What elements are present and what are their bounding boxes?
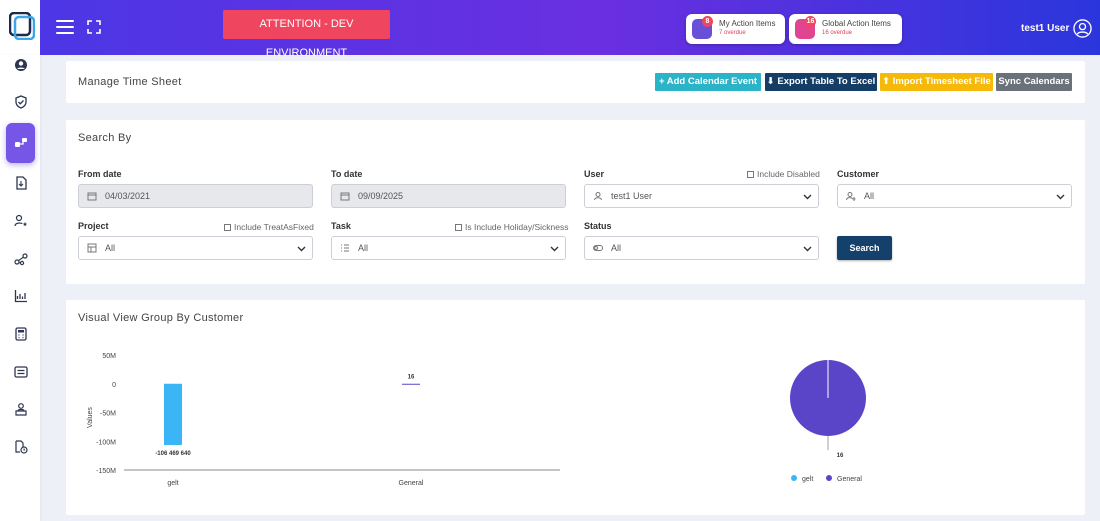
- visual-view-panel: Visual View Group By Customer 50M 0 -50M -1…: [66, 300, 1085, 515]
- add-calendar-event-button[interactable]: + Add Calendar Event: [655, 73, 761, 91]
- project-select[interactable]: All: [78, 236, 313, 260]
- user-star-icon[interactable]: [6, 206, 35, 235]
- calendar-icon: [340, 192, 350, 201]
- user-label: User: [584, 169, 605, 179]
- fullscreen-icon[interactable]: [87, 20, 101, 34]
- import-timesheet-button[interactable]: ⬆ Import Timesheet File: [880, 73, 993, 91]
- user-value: test1 User: [611, 191, 653, 201]
- y-tick-label: 0: [112, 382, 116, 389]
- project-icon: [87, 243, 97, 253]
- legend-label: General: [837, 476, 862, 483]
- to-date-label: To date: [331, 169, 363, 179]
- export-table-button[interactable]: ⬇ Export Table To Excel: [765, 73, 877, 91]
- bar-gelt: [164, 383, 182, 445]
- document-icon[interactable]: [6, 168, 35, 197]
- x-tick-label: General: [399, 480, 424, 487]
- shield-check-icon[interactable]: [6, 87, 35, 116]
- bar-data-label: 16: [408, 375, 415, 381]
- search-panel: Search By From date 04/03/2021 To date 0…: [66, 120, 1085, 284]
- chart-line-icon[interactable]: [6, 281, 35, 310]
- sidebar: [0, 55, 40, 521]
- user-name[interactable]: test1 User: [1021, 23, 1069, 34]
- person-desk-icon[interactable]: [6, 394, 35, 423]
- bar-data-label: -106 469 640: [155, 451, 191, 457]
- bar-general: [402, 383, 420, 385]
- my-action-items-card[interactable]: 8 My Action Items 7 overdue: [686, 14, 785, 44]
- global-action-title: Global Action Items: [822, 19, 891, 28]
- my-action-overdue: 7 overdue: [719, 30, 746, 36]
- global-action-badge: 16: [805, 16, 816, 27]
- legend-marker: [791, 475, 797, 481]
- y-axis-label: Values: [87, 407, 94, 428]
- include-holiday-label: Is Include Holiday/Sickness: [465, 222, 569, 232]
- my-action-badge: 8: [702, 16, 713, 27]
- chevron-down-icon: [550, 246, 559, 252]
- user-icon: [594, 192, 602, 201]
- include-fixed-checkbox[interactable]: Include TreatAsFixed: [224, 222, 314, 232]
- from-date-field[interactable]: 04/03/2021: [78, 184, 313, 208]
- include-disabled-checkbox[interactable]: Include Disabled: [747, 169, 820, 179]
- hamburger-menu-icon[interactable]: [56, 20, 74, 36]
- charts-svg: 50M 0 -50M -100M -150M Values -106 469 640 gelt…: [87, 353, 866, 487]
- workflow-icon[interactable]: [6, 123, 35, 163]
- status-select[interactable]: All: [584, 236, 819, 260]
- to-date-field[interactable]: 09/09/2025: [331, 184, 566, 208]
- status-value: All: [611, 243, 622, 253]
- page-title: Manage Time Sheet: [78, 76, 182, 88]
- chevron-down-icon: [1056, 194, 1065, 200]
- app-logo-icon[interactable]: [9, 12, 35, 40]
- user-select[interactable]: test1 User: [584, 184, 819, 208]
- to-date-value: 09/09/2025: [358, 191, 404, 201]
- customer-select[interactable]: All: [837, 184, 1072, 208]
- include-fixed-label: Include TreatAsFixed: [234, 222, 314, 232]
- legend-label: gelt: [802, 476, 813, 483]
- project-label: Project: [78, 221, 109, 231]
- sync-calendars-button[interactable]: Sync Calendars: [996, 73, 1072, 91]
- global-action-overdue: 16 overdue: [822, 30, 853, 36]
- y-tick-label: -150M: [96, 468, 116, 475]
- list-icon[interactable]: [6, 357, 35, 386]
- doc-clock-icon[interactable]: [6, 432, 35, 461]
- user-circle-icon[interactable]: [6, 50, 35, 79]
- y-tick-label: 50M: [102, 353, 116, 360]
- from-date-value: 04/03/2021: [105, 191, 151, 201]
- from-date-label: From date: [78, 169, 122, 179]
- chevron-down-icon: [297, 246, 306, 252]
- global-action-items-card[interactable]: 16 Global Action Items 16 overdue: [789, 14, 902, 44]
- task-label: Task: [331, 221, 351, 231]
- customer-label: Customer: [837, 169, 880, 179]
- y-tick-label: -100M: [96, 439, 116, 446]
- task-list-icon: [341, 244, 349, 252]
- task-select[interactable]: All: [331, 236, 566, 260]
- toggle-icon: [593, 245, 603, 251]
- chevron-down-icon: [803, 246, 812, 252]
- calculator-icon[interactable]: [6, 319, 35, 348]
- x-tick-label: gelt: [167, 480, 178, 487]
- calendar-icon: [87, 192, 97, 201]
- include-holiday-checkbox[interactable]: Is Include Holiday/Sickness: [455, 222, 568, 232]
- project-value: All: [105, 243, 116, 253]
- customer-icon: [846, 192, 856, 201]
- customer-value: All: [864, 191, 875, 201]
- user-avatar-icon[interactable]: [1073, 19, 1092, 38]
- search-button[interactable]: Search: [837, 236, 892, 260]
- top-header: ATTENTION - DEV ENVIRONMENT 8 My Action …: [0, 0, 1100, 59]
- status-label: Status: [584, 221, 612, 231]
- task-value: All: [358, 243, 369, 253]
- y-tick-label: -50M: [100, 411, 116, 418]
- my-action-title: My Action Items: [719, 19, 776, 28]
- include-disabled-label: Include Disabled: [757, 169, 820, 179]
- dev-environment-banner: ATTENTION - DEV ENVIRONMENT: [223, 10, 390, 59]
- logo-container: [0, 0, 40, 55]
- chevron-down-icon: [803, 194, 812, 200]
- legend-marker: [826, 475, 832, 481]
- share-nodes-icon[interactable]: [6, 244, 35, 273]
- pie-data-label: 16: [837, 453, 844, 459]
- toolbar-panel: Manage Time Sheet + Add Calendar Event ⬇…: [66, 61, 1085, 103]
- search-title: Search By: [78, 132, 132, 144]
